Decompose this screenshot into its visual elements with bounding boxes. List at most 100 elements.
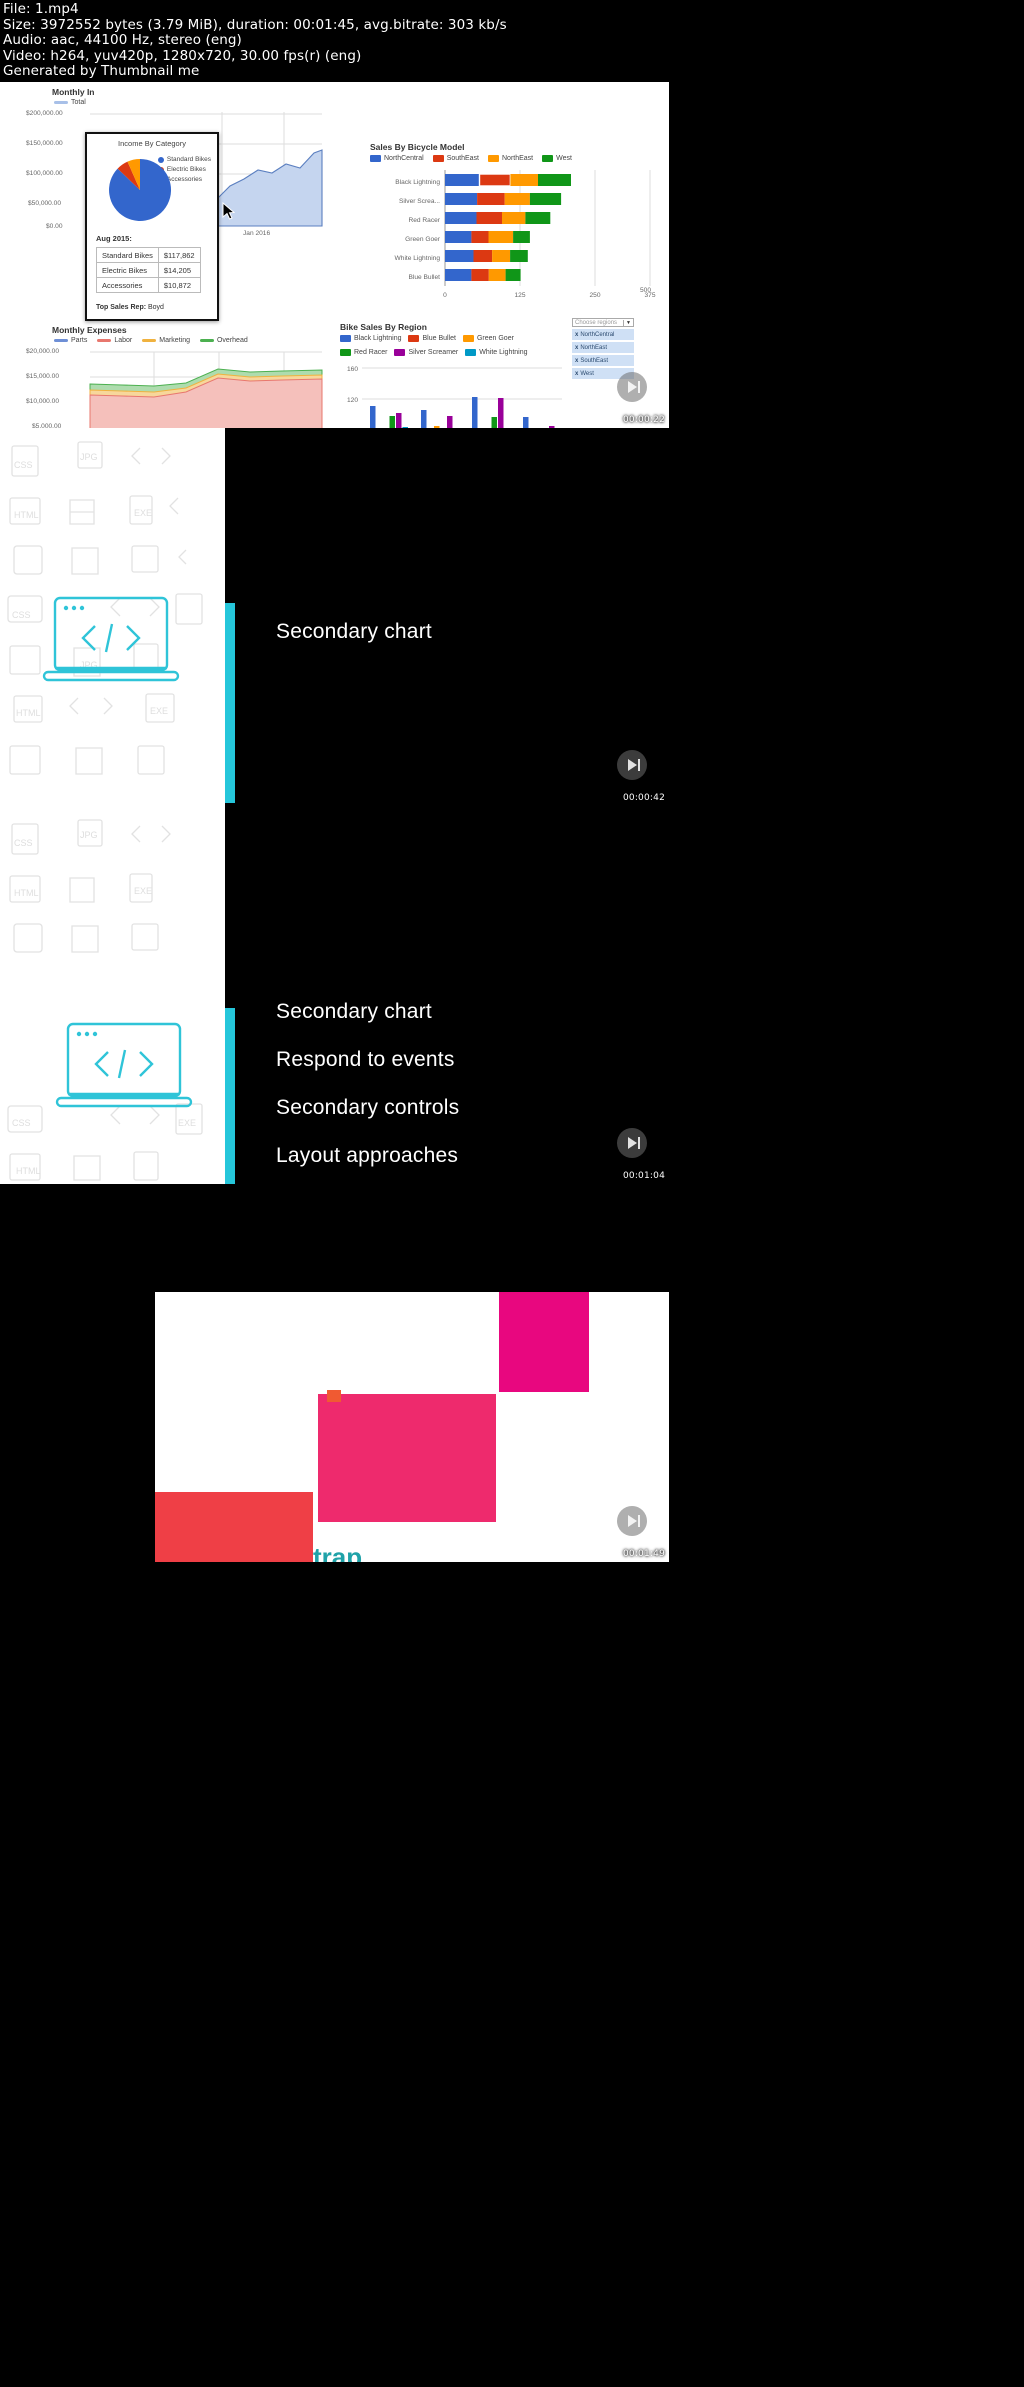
- monthly-expenses-title: Monthly Expenses: [52, 325, 127, 335]
- region-tag-label: SouthEast: [580, 357, 609, 364]
- y-tick: $50,000.00: [28, 200, 62, 207]
- legend-swatch: [488, 155, 499, 162]
- legend-label: Red Racer: [354, 349, 388, 356]
- legend-label: SouthEast: [446, 155, 479, 162]
- legend-item: Silver Screamer: [394, 349, 458, 356]
- play-icon: [627, 759, 637, 771]
- x-tick: Jan 2016: [243, 230, 271, 237]
- legend-label: NorthCentral: [384, 155, 424, 162]
- legend-label: Parts: [71, 337, 88, 344]
- play-button-overlay[interactable]: [617, 1506, 647, 1536]
- legend-swatch: [408, 335, 420, 342]
- region-chooser-placeholder: Choose regions: [575, 319, 618, 326]
- y-tick: Silver Screa...: [399, 198, 440, 205]
- x-tick-500: 500: [640, 287, 652, 294]
- thumbnail-cell-3[interactable]: CSS JPG HTML EXE CSS HTML EXE Secondary …: [0, 806, 669, 1184]
- svg-text:HTML: HTML: [16, 708, 41, 718]
- y-tick: Green Goer: [405, 236, 441, 243]
- income-by-category-tooltip[interactable]: Income By Category Standard Bikes Electr…: [85, 132, 219, 321]
- top-sales-rep: Top Sales Rep: Boyd: [87, 299, 164, 311]
- legend-label: NorthEast: [502, 155, 534, 162]
- remove-icon[interactable]: x: [575, 358, 578, 364]
- chevron-down-icon[interactable]: ▼: [623, 319, 631, 326]
- play-button-overlay[interactable]: [617, 1128, 647, 1158]
- monthly-expenses-legend: Parts Labor Marketing Overhead: [54, 337, 248, 344]
- x-tick: 250: [589, 292, 600, 299]
- mouse-cursor-icon: [222, 202, 236, 220]
- cell-amount: $10,872: [157, 277, 201, 293]
- y-tick: $200,000.00: [26, 110, 63, 117]
- sales-by-bicycle-model-chart: Sales By Bicycle Model NorthCentral Sout…: [370, 142, 662, 302]
- legend-item: Black Lightning: [340, 335, 401, 342]
- svg-text:JPG: JPG: [80, 830, 98, 840]
- legend-label: Overhead: [216, 337, 248, 344]
- region-tag-northeast[interactable]: x NorthEast: [572, 342, 634, 353]
- remove-icon[interactable]: x: [575, 371, 578, 377]
- legend-label: Marketing: [159, 337, 190, 344]
- top-sales-rep-name: Boyd: [148, 304, 164, 311]
- bullet-item: Secondary chart: [276, 620, 432, 643]
- remove-icon[interactable]: x: [575, 332, 578, 338]
- pie-chart-title: Income By Category: [118, 139, 186, 148]
- timestamp-label: 00:01:49: [622, 1549, 665, 1559]
- legend-swatch: [97, 339, 112, 342]
- cell-category: Electric Bikes: [96, 262, 159, 278]
- x-tick: 0: [443, 292, 447, 299]
- svg-text:EXE: EXE: [150, 706, 168, 716]
- svg-text:CSS: CSS: [14, 460, 33, 470]
- monthly-expenses-chart: Monthly Expenses Parts Labor Marketing O…: [22, 322, 332, 428]
- sales-by-model-plot: Black Lightning Silver Screa... Red Race…: [395, 170, 656, 299]
- play-button-overlay[interactable]: [617, 750, 647, 780]
- svg-text:HTML: HTML: [14, 888, 39, 898]
- y-tick: 160: [347, 366, 358, 373]
- svg-text:EXE: EXE: [134, 886, 152, 896]
- legend-item: Overhead: [199, 337, 248, 344]
- play-icon: [627, 1137, 637, 1149]
- thumbnail-cell-4[interactable]: trap 00:01:49: [0, 1184, 669, 1562]
- slide-agenda: CSS JPG HTML EXE CSS HTML EXE Secondary …: [0, 806, 669, 1184]
- legend-label: Black Lightning: [354, 335, 402, 342]
- y-tick: 120: [347, 397, 358, 404]
- tooltip-month-label: Aug 2015:: [96, 234, 132, 243]
- remove-icon[interactable]: x: [575, 345, 578, 351]
- dashboard-screenshot: Monthly In Total $200,000.00 $150,000.00…: [0, 82, 669, 428]
- legend-label: Blue Bullet: [422, 335, 456, 342]
- svg-text:JPG: JPG: [80, 452, 98, 462]
- y-tick: Blue Bullet: [408, 274, 440, 281]
- legend-swatch: [340, 349, 351, 356]
- thumbnail-cell-2[interactable]: CSS JPG HTML EXE CSS JPG HTML EXE Second…: [0, 428, 669, 806]
- play-button-overlay[interactable]: [617, 372, 647, 402]
- svg-text:EXE: EXE: [134, 508, 152, 518]
- play-bar-icon: [637, 759, 640, 771]
- region-tag-northcentral[interactable]: x NorthCentral: [572, 329, 634, 340]
- svg-text:HTML: HTML: [16, 1166, 41, 1176]
- accent-bar: [225, 1008, 235, 1184]
- legend-swatch: [432, 155, 444, 162]
- region-tag-southeast[interactable]: x SouthEast: [572, 355, 634, 366]
- bullet-item: Secondary chart: [276, 1000, 432, 1023]
- legend-swatch: [462, 335, 474, 342]
- bike-sales-region-legend: Black Lightning Blue Bullet Green Goer R…: [340, 335, 566, 356]
- x-tick: 125: [514, 292, 525, 299]
- pattern-icons: CSS JPG HTML EXE CSS HTML EXE: [7, 819, 203, 1181]
- income-breakdown-table: Standard Bikes $117,862 Electric Bikes $…: [96, 247, 201, 293]
- region-chooser-input[interactable]: Choose regions ▼: [572, 318, 634, 327]
- region-chooser[interactable]: Choose regions ▼ x NorthCentral x NorthE…: [572, 318, 634, 379]
- cell-category: Standard Bikes: [96, 247, 159, 263]
- info-line-video: Video: h264, yuv420p, 1280x720, 30.00 fp…: [3, 47, 362, 64]
- legend-item: Labor: [97, 337, 132, 344]
- icon-pattern-background: CSS JPG HTML EXE CSS HTML EXE: [0, 806, 225, 1184]
- play-bar-icon: [637, 1515, 640, 1527]
- play-icon: [627, 381, 637, 393]
- legend-swatch: [394, 349, 406, 356]
- brand-word: trap: [313, 1542, 363, 1562]
- accent-bar: [225, 603, 235, 803]
- thumbnail-cell-1[interactable]: Monthly In Total $200,000.00 $150,000.00…: [0, 82, 669, 428]
- legend-swatch: [142, 339, 157, 342]
- timestamp-label: 00:00:22: [622, 415, 665, 425]
- legend-swatch: [542, 155, 554, 162]
- legend-item: SouthEast: [432, 155, 479, 162]
- y-tick: $150,000.00: [26, 140, 63, 147]
- legend-swatch: [370, 155, 381, 162]
- legend-item: Marketing: [142, 337, 190, 344]
